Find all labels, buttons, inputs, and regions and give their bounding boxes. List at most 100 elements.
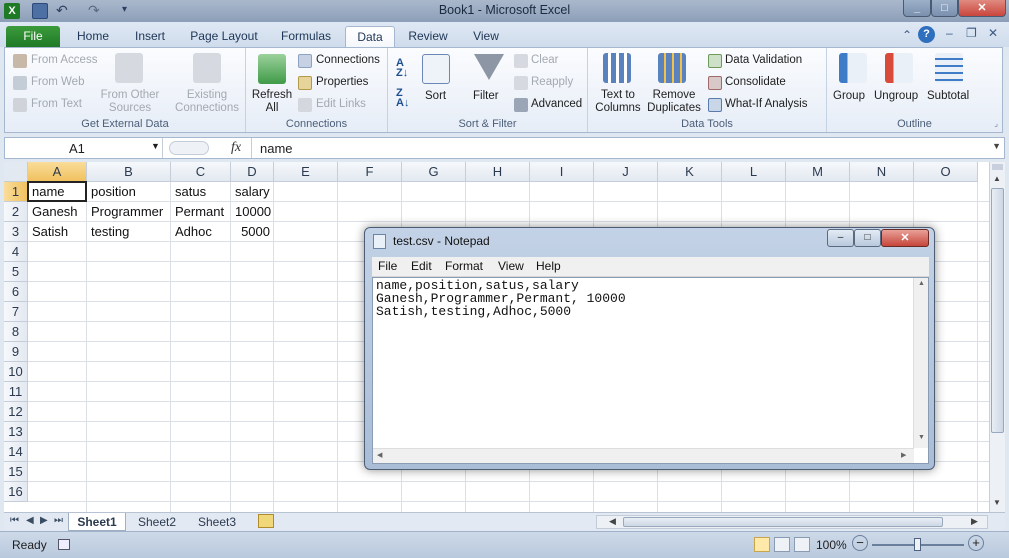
formula-divider-grip[interactable]: [169, 141, 209, 155]
column-header[interactable]: E: [274, 162, 338, 182]
notepad-horizontal-scrollbar[interactable]: ◀ ▶: [373, 448, 914, 463]
cell-d3[interactable]: 5000: [231, 222, 274, 242]
workbook-close-icon[interactable]: ✕: [988, 26, 998, 40]
sheet-tab-sheet2[interactable]: Sheet2: [128, 513, 186, 531]
row-header[interactable]: 12: [4, 402, 28, 422]
column-header[interactable]: D: [231, 162, 274, 182]
insert-function-icon[interactable]: fx: [231, 140, 241, 156]
zoom-out-icon[interactable]: −: [852, 535, 868, 551]
column-header[interactable]: I: [530, 162, 594, 182]
help-icon[interactable]: ?: [918, 26, 935, 43]
dialog-launcher-icon[interactable]: ⌟: [994, 119, 998, 128]
notepad-text-area[interactable]: name,position,satus,salary Ganesh,Progra…: [372, 277, 929, 464]
scroll-left-icon[interactable]: ◀: [609, 516, 616, 527]
row-header[interactable]: 15: [4, 462, 28, 482]
cell-b1[interactable]: position: [87, 182, 171, 202]
row-header[interactable]: 3: [4, 222, 28, 242]
tab-review[interactable]: Review: [400, 26, 456, 47]
notepad-menu-file[interactable]: File: [378, 259, 397, 273]
from-text-button[interactable]: From Text: [31, 98, 82, 110]
row-header[interactable]: 8: [4, 322, 28, 342]
row-header[interactable]: 4: [4, 242, 28, 262]
tab-file[interactable]: File: [6, 26, 60, 47]
insert-sheet-icon[interactable]: [258, 514, 274, 528]
clear-button[interactable]: Clear: [531, 54, 558, 66]
group-button[interactable]: Group: [833, 90, 865, 102]
notepad-scroll-left-icon[interactable]: ◀: [377, 451, 382, 459]
notepad-minimize-button[interactable]: –: [827, 229, 854, 247]
horizontal-scrollbar[interactable]: ◀ ▶: [596, 515, 988, 529]
first-sheet-icon[interactable]: ⏮: [10, 515, 19, 526]
maximize-button[interactable]: □: [931, 0, 958, 17]
refresh-all-button[interactable]: Refresh All: [248, 89, 296, 115]
page-layout-view-icon[interactable]: [774, 537, 790, 552]
column-header[interactable]: G: [402, 162, 466, 182]
connections-button[interactable]: Connections: [316, 54, 380, 66]
name-box-dropdown-icon[interactable]: ▼: [151, 141, 160, 151]
row-header[interactable]: 6: [4, 282, 28, 302]
sort-az-icon[interactable]: A Z↓: [396, 58, 408, 79]
cell-d1[interactable]: salary: [231, 182, 274, 202]
column-header[interactable]: B: [87, 162, 171, 182]
edit-links-button[interactable]: Edit Links: [316, 98, 366, 110]
what-if-analysis-button[interactable]: What-If Analysis: [725, 98, 807, 110]
advanced-button[interactable]: Advanced: [531, 98, 582, 110]
column-header[interactable]: J: [594, 162, 658, 182]
minimize-ribbon-icon[interactable]: ⌃: [902, 28, 912, 42]
workbook-minimize-icon[interactable]: –: [946, 26, 953, 40]
last-sheet-icon[interactable]: ⏭: [54, 515, 63, 526]
sheet-tab-sheet1[interactable]: Sheet1: [68, 513, 126, 531]
sheet-tab-sheet3[interactable]: Sheet3: [188, 513, 246, 531]
column-header[interactable]: A: [28, 162, 87, 182]
column-header[interactable]: H: [466, 162, 530, 182]
notepad-close-button[interactable]: ✕: [881, 229, 929, 247]
zoom-in-icon[interactable]: +: [968, 535, 984, 551]
workbook-restore-icon[interactable]: ❐: [966, 26, 977, 40]
existing-connections-button[interactable]: Existing Connections: [170, 89, 244, 115]
reapply-button[interactable]: Reapply: [531, 76, 573, 88]
scroll-up-icon[interactable]: ▲: [993, 174, 1001, 183]
sort-button[interactable]: Sort: [425, 90, 446, 102]
tab-home[interactable]: Home: [66, 26, 120, 47]
column-header[interactable]: C: [171, 162, 231, 182]
notepad-scroll-right-icon[interactable]: ▶: [901, 451, 906, 459]
from-web-button[interactable]: From Web: [31, 76, 84, 88]
tab-view[interactable]: View: [462, 26, 510, 47]
ungroup-button[interactable]: Ungroup: [874, 90, 918, 102]
notepad-scroll-down-icon[interactable]: ▼: [918, 434, 925, 441]
scroll-right-icon[interactable]: ▶: [971, 516, 978, 527]
from-other-sources-button[interactable]: From Other Sources: [95, 89, 165, 115]
cell-a2[interactable]: Ganesh: [28, 202, 87, 222]
notepad-maximize-button[interactable]: □: [854, 229, 881, 247]
row-header[interactable]: 13: [4, 422, 28, 442]
notepad-scroll-up-icon[interactable]: ▲: [918, 280, 925, 287]
tab-insert[interactable]: Insert: [124, 26, 176, 47]
column-header[interactable]: K: [658, 162, 722, 182]
macro-record-icon[interactable]: [58, 539, 70, 550]
cell-c3[interactable]: Adhoc: [171, 222, 231, 242]
row-header[interactable]: 11: [4, 382, 28, 402]
tab-formulas[interactable]: Formulas: [272, 26, 340, 47]
notepad-menu-edit[interactable]: Edit: [411, 259, 432, 273]
sort-za-icon[interactable]: Z A↓: [396, 88, 409, 109]
expand-formula-icon[interactable]: ▼: [992, 141, 1001, 151]
scroll-down-icon[interactable]: ▼: [993, 498, 1001, 507]
data-validation-button[interactable]: Data Validation: [725, 54, 802, 66]
cell-d2[interactable]: 10000: [231, 202, 274, 222]
cell-c2[interactable]: Permant: [171, 202, 231, 222]
close-button[interactable]: ✕: [958, 0, 1006, 17]
next-sheet-icon[interactable]: ▶: [40, 515, 48, 526]
cell-b3[interactable]: testing: [87, 222, 171, 242]
text-to-columns-button[interactable]: Text to Columns: [592, 89, 644, 115]
formula-input[interactable]: name: [251, 138, 991, 158]
cell-b2[interactable]: Programmer: [87, 202, 171, 222]
tab-data[interactable]: Data: [345, 26, 395, 47]
cell-c1[interactable]: satus: [171, 182, 231, 202]
properties-button[interactable]: Properties: [316, 76, 368, 88]
from-access-button[interactable]: From Access: [31, 54, 97, 66]
consolidate-button[interactable]: Consolidate: [725, 76, 786, 88]
row-header[interactable]: 9: [4, 342, 28, 362]
zoom-slider-thumb[interactable]: [914, 538, 921, 551]
row-header[interactable]: 10: [4, 362, 28, 382]
row-header[interactable]: 2: [4, 202, 28, 222]
